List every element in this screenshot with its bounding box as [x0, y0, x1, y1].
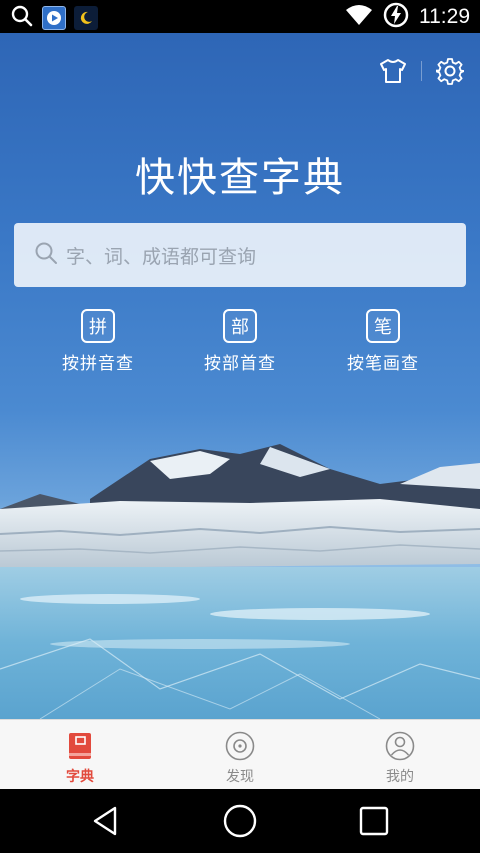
search-placeholder: 字、词、成语都可查询	[66, 245, 257, 268]
battery-charging-icon	[383, 2, 409, 32]
header-divider	[421, 61, 422, 81]
pinyin-badge-icon: 拼	[81, 309, 115, 343]
system-nav-bar	[0, 789, 480, 853]
lookup-by-stroke-button[interactable]: 笔 按笔画查	[323, 309, 443, 374]
back-icon	[93, 806, 117, 836]
tab-mine[interactable]: 我的	[320, 720, 480, 790]
bottom-nav: 字典 发现 我的	[0, 719, 480, 789]
home-icon	[223, 804, 257, 838]
status-time: 11:29	[419, 4, 470, 28]
settings-button[interactable]	[432, 53, 468, 89]
search-input[interactable]: 字、词、成语都可查询	[14, 223, 466, 287]
skin-shirt-button[interactable]	[375, 53, 411, 89]
video-player-app-icon	[42, 6, 66, 30]
lookup-mode-label: 按拼音查	[62, 354, 134, 374]
lookup-by-pinyin-button[interactable]: 拼 按拼音查	[38, 309, 158, 374]
recents-icon	[359, 806, 389, 836]
tab-label: 我的	[386, 769, 414, 785]
back-button[interactable]	[76, 801, 136, 841]
wifi-icon	[345, 4, 373, 30]
discover-compass-icon	[224, 730, 256, 762]
lookup-mode-label: 按部首查	[204, 354, 276, 374]
stroke-badge-icon: 笔	[366, 309, 400, 343]
search-icon	[34, 241, 58, 269]
shirt-icon	[380, 59, 406, 83]
radical-badge-icon: 部	[223, 309, 257, 343]
search-icon	[10, 4, 34, 32]
night-mode-app-icon	[74, 6, 98, 30]
home-screen: 快快查字典 字、词、成语都可查询 拼 按拼音查 部 按部首查 笔 按笔画查	[0, 33, 480, 719]
status-bar: 11:29	[0, 0, 480, 33]
home-button[interactable]	[210, 801, 270, 841]
lookup-by-radical-button[interactable]: 部 按部首查	[180, 309, 300, 374]
lookup-mode-label: 按笔画查	[347, 354, 419, 374]
dictionary-book-icon	[64, 730, 96, 762]
recents-button[interactable]	[344, 801, 404, 841]
profile-icon	[384, 730, 416, 762]
glacier-background-image	[0, 444, 480, 719]
tab-discover[interactable]: 发现	[160, 720, 320, 790]
tab-label: 发现	[226, 769, 254, 785]
lookup-modes: 拼 按拼音查 部 按部首查 笔 按笔画查	[0, 309, 480, 379]
tab-dictionary[interactable]: 字典	[0, 720, 160, 790]
gear-icon	[436, 58, 464, 85]
app-title: 快快查字典	[135, 155, 345, 201]
tab-label: 字典	[66, 769, 94, 785]
